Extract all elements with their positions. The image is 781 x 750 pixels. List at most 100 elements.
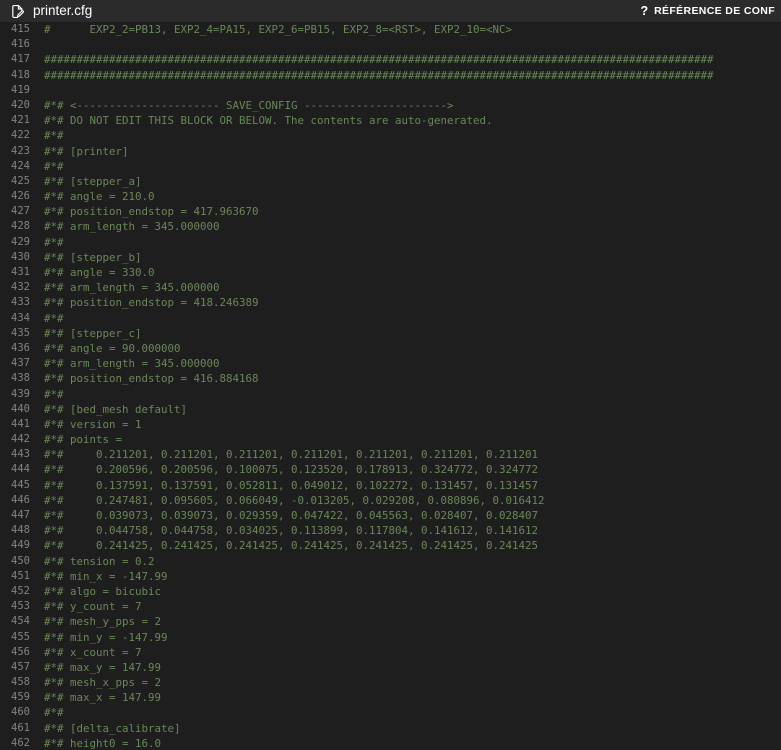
code-line[interactable]: 441 #*# version = 1 [0, 417, 781, 432]
line-content[interactable]: #*# [stepper_b] [30, 250, 781, 265]
code-line[interactable]: 443 #*# 0.211201, 0.211201, 0.211201, 0.2… [0, 447, 781, 462]
line-content[interactable]: #*# angle = 330.0 [30, 265, 781, 280]
line-content[interactable]: #*# [30, 311, 781, 326]
header-right-group[interactable]: ? RÉFÉRENCE DE CONF [640, 5, 775, 18]
line-number: 435 [11, 326, 30, 339]
code-line[interactable]: 455 #*# min_y = -147.99 [0, 630, 781, 645]
code-line[interactable]: 449 #*# 0.241425, 0.241425, 0.241425, 0.2… [0, 538, 781, 553]
line-content[interactable]: #*# [30, 159, 781, 174]
code-line[interactable]: 437 #*# arm_length = 345.000000 [0, 356, 781, 371]
line-content[interactable]: #*# min_x = -147.99 [30, 569, 781, 584]
code-line[interactable]: 426 #*# angle = 210.0 [0, 189, 781, 204]
code-line[interactable]: 450 #*# tension = 0.2 [0, 554, 781, 569]
line-content[interactable]: #*# max_x = 147.99 [30, 690, 781, 705]
code-line[interactable]: 442 #*# points = [0, 432, 781, 447]
code-line[interactable]: 427 #*# position_endstop = 417.963670 [0, 204, 781, 219]
code-line[interactable]: 415 # EXP2_2=PB13, EXP2_4=PA15, EXP2_6=PB… [0, 22, 781, 37]
line-content[interactable]: #*# [delta_calibrate] [30, 721, 781, 736]
line-content[interactable]: #*# mesh_x_pps = 2 [30, 675, 781, 690]
line-content[interactable]: #*# mesh_y_pps = 2 [30, 614, 781, 629]
code-line[interactable]: 417 #####################################… [0, 52, 781, 67]
code-line[interactable]: 430 #*# [stepper_b] [0, 250, 781, 265]
line-content[interactable]: #*# [30, 705, 781, 720]
code-line[interactable]: 458 #*# mesh_x_pps = 2 [0, 675, 781, 690]
line-content[interactable]: #*# tension = 0.2 [30, 554, 781, 569]
code-line[interactable]: 428 #*# arm_length = 345.000000 [0, 219, 781, 234]
line-content[interactable]: #*# [30, 235, 781, 250]
line-content[interactable]: #*# [stepper_a] [30, 174, 781, 189]
code-line[interactable]: 453 #*# y_count = 7 [0, 599, 781, 614]
code-editor[interactable]: 415 # EXP2_2=PB13, EXP2_4=PA15, EXP2_6=PB… [0, 22, 781, 750]
line-content[interactable]: #*# algo = bicubic [30, 584, 781, 599]
line-content[interactable]: #*# position_endstop = 416.884168 [30, 371, 781, 386]
code-line[interactable]: 444 #*# 0.200596, 0.200596, 0.100075, 0.1… [0, 462, 781, 477]
line-content[interactable]: #*# [bed_mesh default] [30, 402, 781, 417]
line-content[interactable]: ########################################… [30, 52, 781, 67]
code-line[interactable]: 452 #*# algo = bicubic [0, 584, 781, 599]
line-content[interactable]: #*# arm_length = 345.000000 [30, 356, 781, 371]
code-line[interactable]: 440 #*# [bed_mesh default] [0, 402, 781, 417]
line-content[interactable]: #*# 0.247481, 0.095605, 0.066049, -0.013… [30, 493, 781, 508]
code-line[interactable]: 461 #*# [delta_calibrate] [0, 721, 781, 736]
code-line[interactable]: 436 #*# angle = 90.000000 [0, 341, 781, 356]
line-content[interactable]: #*# 0.137591, 0.137591, 0.052811, 0.0490… [30, 478, 781, 493]
code-line[interactable]: 418 #####################################… [0, 68, 781, 83]
line-content[interactable]: #*# position_endstop = 417.963670 [30, 204, 781, 219]
code-line[interactable]: 429 #*# [0, 235, 781, 250]
code-line[interactable]: 434 #*# [0, 311, 781, 326]
line-content[interactable]: #*# angle = 90.000000 [30, 341, 781, 356]
code-line[interactable]: 424 #*# [0, 159, 781, 174]
code-line[interactable]: 438 #*# position_endstop = 416.884168 [0, 371, 781, 386]
line-content[interactable]: #*# arm_length = 345.000000 [30, 219, 781, 234]
line-content[interactable]: #*# DO NOT EDIT THIS BLOCK OR BELOW. The… [30, 113, 781, 128]
code-line[interactable]: 416 [0, 37, 781, 52]
code-line[interactable]: 439 #*# [0, 387, 781, 402]
line-content[interactable]: #*# 0.211201, 0.211201, 0.211201, 0.2112… [30, 447, 781, 462]
code-line[interactable]: 421 #*# DO NOT EDIT THIS BLOCK OR BELOW. … [0, 113, 781, 128]
code-line[interactable]: 433 #*# position_endstop = 418.246389 [0, 295, 781, 310]
line-content[interactable]: # EXP2_2=PB13, EXP2_4=PA15, EXP2_6=PB15,… [30, 22, 781, 37]
line-content[interactable]: #*# y_count = 7 [30, 599, 781, 614]
line-number: 452 [11, 584, 30, 597]
code-line[interactable]: 457 #*# max_y = 147.99 [0, 660, 781, 675]
code-line[interactable]: 431 #*# angle = 330.0 [0, 265, 781, 280]
line-content[interactable]: #*# x_count = 7 [30, 645, 781, 660]
code-line[interactable]: 422 #*# [0, 128, 781, 143]
code-line[interactable]: 423 #*# [printer] [0, 144, 781, 159]
code-line[interactable]: 454 #*# mesh_y_pps = 2 [0, 614, 781, 629]
line-content[interactable]: #*# 0.200596, 0.200596, 0.100075, 0.1235… [30, 462, 781, 477]
help-question-icon[interactable]: ? [640, 5, 648, 18]
code-line[interactable]: 420 #*# <---------------------- SAVE_CONF… [0, 98, 781, 113]
code-line[interactable]: 432 #*# arm_length = 345.000000 [0, 280, 781, 295]
line-content[interactable]: #*# <---------------------- SAVE_CONFIG … [30, 98, 781, 113]
line-content[interactable]: #*# points = [30, 432, 781, 447]
line-content[interactable]: #*# [30, 128, 781, 143]
line-content[interactable]: #*# version = 1 [30, 417, 781, 432]
line-content[interactable]: #*# angle = 210.0 [30, 189, 781, 204]
line-content[interactable]: ########################################… [30, 68, 781, 83]
code-line[interactable]: 460 #*# [0, 705, 781, 720]
line-content[interactable]: #*# height0 = 16.0 [30, 736, 781, 750]
code-line[interactable]: 448 #*# 0.044758, 0.044758, 0.034025, 0.1… [0, 523, 781, 538]
line-content[interactable]: #*# position_endstop = 418.246389 [30, 295, 781, 310]
line-content[interactable]: #*# [30, 387, 781, 402]
code-line[interactable]: 435 #*# [stepper_c] [0, 326, 781, 341]
line-content[interactable]: #*# [stepper_c] [30, 326, 781, 341]
code-line[interactable]: 456 #*# x_count = 7 [0, 645, 781, 660]
line-content[interactable]: #*# 0.241425, 0.241425, 0.241425, 0.2414… [30, 538, 781, 553]
code-line[interactable]: 419 [0, 83, 781, 98]
line-content[interactable]: #*# min_y = -147.99 [30, 630, 781, 645]
code-line[interactable]: 462 #*# height0 = 16.0 [0, 736, 781, 750]
line-content[interactable]: #*# arm_length = 345.000000 [30, 280, 781, 295]
code-line[interactable]: 459 #*# max_x = 147.99 [0, 690, 781, 705]
config-reference-link[interactable]: RÉFÉRENCE DE CONF [654, 6, 775, 17]
line-content[interactable]: #*# max_y = 147.99 [30, 660, 781, 675]
code-line[interactable]: 451 #*# min_x = -147.99 [0, 569, 781, 584]
code-line[interactable]: 447 #*# 0.039073, 0.039073, 0.029359, 0.0… [0, 508, 781, 523]
code-line[interactable]: 425 #*# [stepper_a] [0, 174, 781, 189]
code-line[interactable]: 445 #*# 0.137591, 0.137591, 0.052811, 0.0… [0, 478, 781, 493]
line-content[interactable]: #*# [printer] [30, 144, 781, 159]
code-line[interactable]: 446 #*# 0.247481, 0.095605, 0.066049, -0.… [0, 493, 781, 508]
line-content[interactable]: #*# 0.044758, 0.044758, 0.034025, 0.1138… [30, 523, 781, 538]
line-content[interactable]: #*# 0.039073, 0.039073, 0.029359, 0.0474… [30, 508, 781, 523]
